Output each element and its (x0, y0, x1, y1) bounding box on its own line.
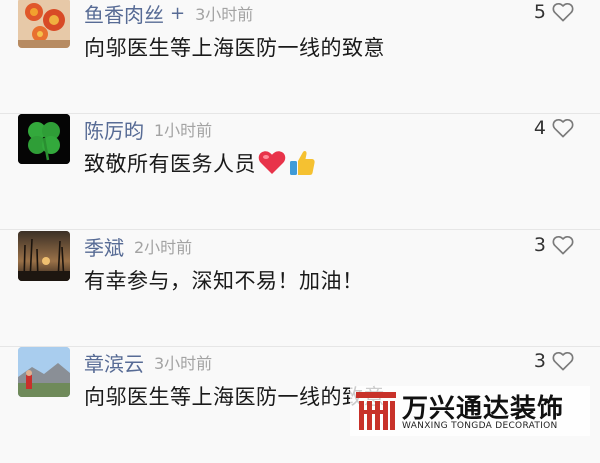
comment-text: 致敬所有医务人员 (84, 148, 316, 178)
heart-outline-icon[interactable] (552, 2, 574, 22)
comment-text: 向邬医生等上海医防一线的致意 (84, 32, 385, 62)
like-button[interactable]: 4 (534, 117, 574, 139)
comment-time: 3小时前 (195, 5, 254, 24)
comment-header: 陈厉昀 1小时前 (84, 114, 212, 144)
thumbs-up-emoji (290, 150, 315, 175)
like-button[interactable]: 3 (534, 234, 574, 256)
follow-mark[interactable]: + (170, 3, 185, 24)
watermark-subtitle: WANXING TONGDA DECORATION (402, 421, 558, 431)
comment-text-content: 致敬所有医务人员 (84, 152, 256, 176)
comment-header: 章滨云 3小时前 (84, 347, 212, 377)
sunset-avatar-image (18, 231, 70, 281)
comment-text-content: 向邬医生等上海医防一线的致意 (84, 385, 385, 409)
commenter-name[interactable]: 陈厉昀 (84, 115, 144, 144)
like-button[interactable]: 5 (534, 1, 574, 23)
commenter-name[interactable]: 季斌 (84, 232, 124, 261)
heart-outline-icon[interactable] (552, 235, 574, 255)
like-count: 3 (533, 234, 546, 256)
like-count: 4 (533, 117, 546, 139)
orange-flower-avatar-image (18, 0, 70, 48)
comment-item: 鱼香肉丝 + 3小时前 向邬医生等上海医防一线的致意 5 (0, 0, 600, 114)
avatar[interactable] (18, 347, 70, 397)
comment-header: 季斌 2小时前 (84, 231, 192, 261)
comment-text-content: 有幸参与，深知不易！加油！ (84, 269, 364, 293)
comment-time: 3小时前 (154, 354, 213, 373)
comment-time: 2小时前 (134, 238, 193, 257)
watermark-title: 万兴通达装饰 (402, 394, 565, 424)
comment-time: 1小时前 (154, 121, 213, 140)
like-count: 3 (533, 350, 546, 372)
comment-item: 陈厉昀 1小时前 致敬所有医务人员 4 (0, 114, 600, 230)
comment-header: 鱼香肉丝 + 3小时前 (84, 0, 253, 28)
comment-text: 向邬医生等上海医防一线的致意 (84, 381, 385, 411)
commenter-name[interactable]: 鱼香肉丝 (84, 0, 164, 28)
heart-outline-icon[interactable] (552, 118, 574, 138)
red-heart-emoji (258, 151, 286, 174)
avatar[interactable] (18, 114, 70, 164)
clover-avatar-image (18, 114, 70, 164)
comment-item: 季斌 2小时前 有幸参与，深知不易！加油！ 3 (0, 231, 600, 347)
watermark: 万兴通达装饰 WANXING TONGDA DECORATION (350, 386, 590, 436)
company-logo-icon (356, 392, 396, 430)
commenter-name[interactable]: 章滨云 (84, 348, 144, 377)
avatar[interactable] (18, 231, 70, 281)
landscape-avatar-image (18, 347, 70, 397)
comment-text-content: 向邬医生等上海医防一线的致意 (84, 36, 385, 60)
heart-outline-icon[interactable] (552, 351, 574, 371)
like-count: 5 (533, 1, 546, 23)
comment-text: 有幸参与，深知不易！加油！ (84, 265, 364, 295)
like-button[interactable]: 3 (534, 350, 574, 372)
avatar[interactable] (18, 0, 70, 48)
